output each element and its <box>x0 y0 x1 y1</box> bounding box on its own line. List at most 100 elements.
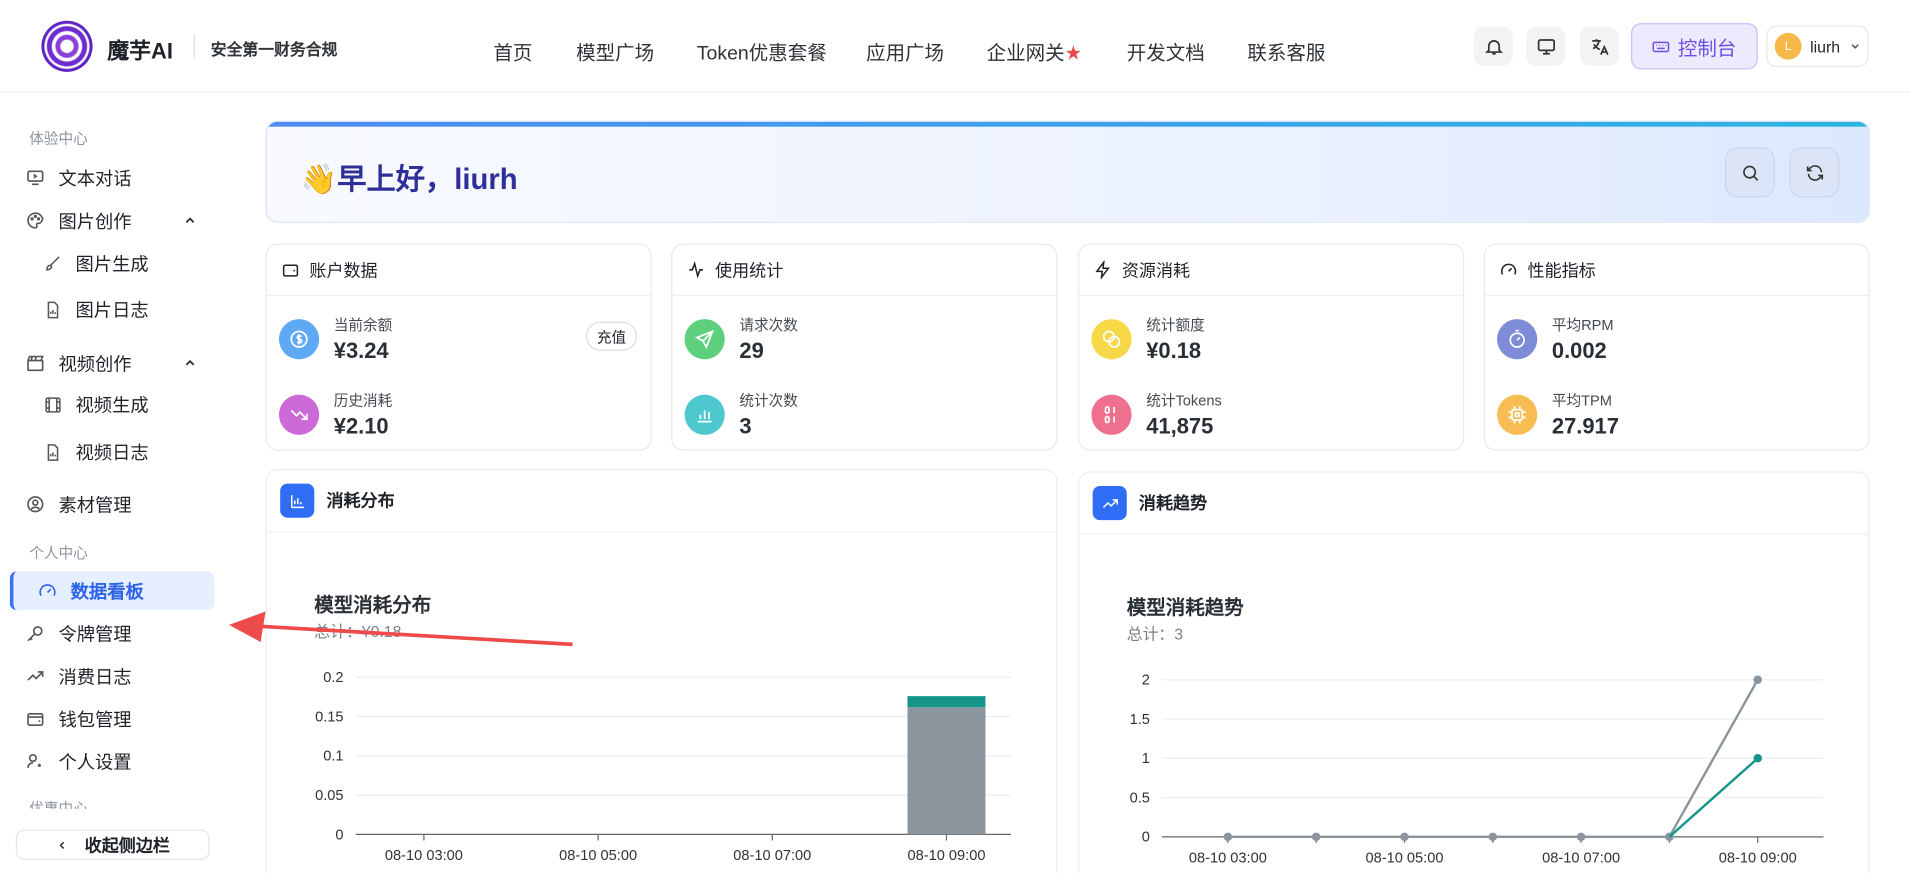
sidebar-item-consumption-log[interactable]: 消费日志 <box>24 659 132 693</box>
sidebar-item-label: 图片日志 <box>75 300 149 321</box>
brush-icon <box>41 252 63 274</box>
palette-icon <box>24 210 46 232</box>
card-resources: 资源消耗 统计额度 ¥0.18 统计Tokens 41,875 <box>1078 243 1465 451</box>
console-button[interactable]: 控制台 <box>1631 23 1758 70</box>
header: 魔芋AI 安全第一财务合规 首页 模型广场 Token优惠套餐 应用广场 企业网… <box>0 0 1910 93</box>
sidebar-item-wallet[interactable]: 钱包管理 <box>24 702 132 736</box>
nav-home[interactable]: 首页 <box>493 37 532 66</box>
collapse-sidebar-button[interactable]: 收起侧边栏 <box>15 829 210 860</box>
gauge-icon <box>37 580 59 602</box>
wallet-icon <box>282 264 299 277</box>
nav-enterprise-label: 企业网关 <box>986 43 1065 65</box>
sidebar-item-materials[interactable]: 素材管理 <box>24 487 132 521</box>
y-tick-label: 0.1 <box>323 749 343 765</box>
avatar: L <box>1774 32 1802 60</box>
user-menu[interactable]: Lliurh <box>1766 25 1869 67</box>
stat-label: 当前余额 <box>333 316 393 334</box>
stat-label: 历史消耗 <box>333 392 393 410</box>
monitor-icon <box>1537 38 1555 55</box>
bar <box>907 696 986 708</box>
x-tick-label: 08-10 09:00 <box>907 848 985 864</box>
stat-value: ¥0.18 <box>1146 338 1202 363</box>
sidebar-item-label: 文本对话 <box>58 168 132 190</box>
section-personal: 个人中心 <box>29 544 88 562</box>
slogan: 安全第一财务合规 <box>210 40 338 59</box>
notification-button[interactable] <box>1473 26 1513 66</box>
divider <box>193 34 195 59</box>
sidebar-item-chat[interactable]: 文本对话 <box>24 161 132 195</box>
dollar-icon <box>278 319 320 360</box>
film-icon <box>41 393 63 415</box>
x-tick-label: 08-10 03:00 <box>1189 850 1267 866</box>
stat-value: 29 <box>739 338 764 363</box>
section-discount: 优惠中心 <box>29 800 88 809</box>
sidebar-item-dashboard[interactable]: 数据看板 <box>37 574 144 608</box>
stat-value: 41,875 <box>1146 414 1214 439</box>
sidebar-item-image-create[interactable]: 图片创作 <box>24 203 132 237</box>
chevron-up-icon[interactable] <box>183 213 198 228</box>
data-point <box>1311 832 1321 842</box>
clapperboard-icon <box>24 352 46 374</box>
refresh-button[interactable] <box>1789 147 1840 198</box>
stat-tokens: 统计Tokens 41,875 <box>1091 390 1222 440</box>
timer-icon <box>1497 319 1538 360</box>
nav-support[interactable]: 联系客服 <box>1247 37 1325 66</box>
sidebar-item-label: 素材管理 <box>58 495 132 516</box>
stat-label: 请求次数 <box>739 316 798 334</box>
sidebar-item-video-create[interactable]: 视频创作 <box>24 346 132 380</box>
sidebar-item-image-log[interactable]: 图片日志 <box>41 292 149 326</box>
stat-quota: 统计额度 ¥0.18 <box>1091 314 1205 364</box>
y-tick-label: 0 <box>335 827 343 843</box>
file-chart-icon <box>41 298 63 320</box>
refresh-icon <box>1806 164 1823 181</box>
sidebar-item-label: 数据看板 <box>70 581 144 603</box>
brand-logo[interactable] <box>41 20 93 72</box>
stat-tpm: 平均TPM 27.917 <box>1497 390 1619 440</box>
data-point <box>1223 832 1233 842</box>
console-label: 控制台 <box>1677 38 1737 60</box>
key-icon <box>24 622 46 644</box>
y-tick-label: 1.5 <box>1130 712 1150 728</box>
x-tick-label: 08-10 05:00 <box>1365 850 1443 866</box>
nav-docs[interactable]: 开发文档 <box>1127 37 1205 66</box>
y-tick-label: 0.05 <box>315 788 343 804</box>
search-button[interactable] <box>1724 147 1775 198</box>
stat-value: 3 <box>739 414 752 439</box>
sidebar-item-video-log[interactable]: 视频日志 <box>41 435 149 469</box>
user-circle-icon <box>24 493 46 515</box>
activity-icon <box>689 261 704 279</box>
sidebar-item-video-generate[interactable]: 视频生成 <box>41 387 149 421</box>
nav-models[interactable]: 模型广场 <box>576 37 654 66</box>
card-header: 性能指标 <box>1484 245 1869 297</box>
nav-apps[interactable]: 应用广场 <box>866 37 944 66</box>
recharge-button[interactable]: 充值 <box>585 321 638 351</box>
stat-label: 统计额度 <box>1146 316 1205 334</box>
nav-enterprise-gateway[interactable]: 企业网关★ <box>987 37 1082 66</box>
search-icon <box>1742 165 1758 181</box>
zap-icon <box>1095 260 1110 279</box>
display-button[interactable] <box>1526 26 1566 66</box>
sidebar-item-settings[interactable]: 个人设置 <box>24 744 132 778</box>
stat-rpm: 平均RPM 0.002 <box>1497 314 1614 364</box>
chevron-up-icon[interactable] <box>183 356 198 371</box>
card-header: 账户数据 <box>266 245 651 297</box>
greeting: 👋早上好，liurh <box>301 155 518 198</box>
sidebar-item-label: 图片生成 <box>75 253 149 275</box>
bar-chart: 0 0.05 0.1 0.15 0.2 08-10 03:00 08-10 05:00 08-… <box>315 670 1012 864</box>
y-tick-label: 0 <box>1142 830 1150 846</box>
nav-token-packages[interactable]: Token优惠套餐 <box>697 37 827 66</box>
wallet-icon <box>24 708 46 730</box>
data-point <box>1753 675 1762 684</box>
language-button[interactable] <box>1579 26 1619 66</box>
star-icon: ★ <box>1064 43 1083 65</box>
brand-name[interactable]: 魔芋AI <box>107 34 173 66</box>
card-title: 资源消耗 <box>1121 260 1191 280</box>
card-performance: 性能指标 平均RPM 0.002 平均TPM 27.917 <box>1483 243 1870 451</box>
x-tick-label: 08-10 07:00 <box>1542 850 1620 866</box>
x-tick-label: 08-10 09:00 <box>1719 850 1797 866</box>
sidebar-item-tokens[interactable]: 令牌管理 <box>24 616 132 650</box>
bar-chart-icon <box>684 394 725 435</box>
trending-down-icon <box>278 394 320 435</box>
monitor-chat-icon <box>24 167 46 189</box>
sidebar-item-image-generate[interactable]: 图片生成 <box>41 246 149 280</box>
